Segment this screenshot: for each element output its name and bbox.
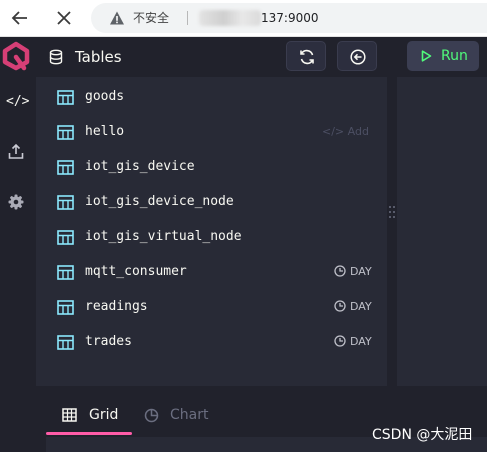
partition-label: DAY bbox=[350, 300, 372, 313]
table-name[interactable]: mqtt_consumer bbox=[85, 262, 187, 282]
table-name[interactable]: goods bbox=[85, 87, 124, 107]
close-icon[interactable] bbox=[53, 7, 75, 29]
table-name[interactable]: iot_gis_virtual_node bbox=[85, 227, 242, 247]
table-icon bbox=[57, 125, 74, 140]
query-editor[interactable] bbox=[397, 77, 487, 386]
table-row[interactable]: trades DAY bbox=[36, 324, 387, 359]
refresh-icon bbox=[300, 49, 314, 65]
add-to-editor-button[interactable]: </> Add bbox=[322, 124, 369, 140]
table-icon bbox=[57, 265, 74, 280]
tab-chart-label: Chart bbox=[170, 407, 209, 423]
table-icon bbox=[57, 160, 74, 175]
play-icon bbox=[421, 50, 432, 62]
upload-icon[interactable] bbox=[6, 142, 26, 162]
database-icon bbox=[49, 49, 63, 65]
clock-icon bbox=[334, 300, 346, 312]
gear-icon[interactable] bbox=[6, 192, 26, 212]
address-bar[interactable]: 不安全 137:9000 bbox=[91, 3, 487, 33]
security-label[interactable]: 不安全 bbox=[133, 9, 169, 27]
app-logo[interactable] bbox=[2, 41, 30, 71]
partition-badge: DAY bbox=[334, 298, 372, 316]
clock-icon bbox=[334, 335, 346, 347]
watermark: CSDN @大泥田 bbox=[372, 427, 473, 443]
run-button[interactable]: Run bbox=[407, 41, 479, 71]
table-icon bbox=[57, 335, 74, 350]
code-icon[interactable]: </> bbox=[6, 92, 29, 112]
table-row[interactable]: readings DAY bbox=[36, 289, 387, 324]
arrow-left-circle-icon bbox=[350, 49, 366, 65]
grid-icon bbox=[62, 408, 77, 422]
active-tab-indicator bbox=[46, 432, 132, 435]
table-icon bbox=[57, 195, 74, 210]
partition-label: DAY bbox=[350, 265, 372, 278]
partition-label: DAY bbox=[350, 335, 372, 348]
tables-list: goods hello </> Add iot_gis_device iot_g… bbox=[36, 77, 387, 386]
table-row[interactable]: iot_gis_virtual_node bbox=[36, 219, 387, 254]
partition-badge: DAY bbox=[334, 333, 372, 351]
back-arrow-icon[interactable] bbox=[9, 7, 31, 29]
browser-toolbar: 不安全 137:9000 bbox=[0, 0, 487, 37]
table-name[interactable]: readings bbox=[85, 297, 148, 317]
table-name[interactable]: iot_gis_device_node bbox=[85, 192, 234, 212]
table-name[interactable]: trades bbox=[85, 332, 132, 352]
table-row[interactable]: iot_gis_device_node bbox=[36, 184, 387, 219]
clock-icon bbox=[334, 265, 346, 277]
warning-icon bbox=[110, 11, 124, 25]
refresh-button[interactable] bbox=[286, 41, 326, 71]
table-row[interactable]: hello </> Add bbox=[36, 114, 387, 149]
table-icon bbox=[57, 300, 74, 315]
table-row[interactable]: goods bbox=[36, 79, 387, 114]
collapse-panel-button[interactable] bbox=[337, 41, 377, 71]
redacted-host bbox=[199, 10, 261, 26]
table-name[interactable]: hello bbox=[85, 122, 124, 142]
code-icon: </> bbox=[322, 125, 345, 138]
url-text[interactable]: 137:9000 bbox=[261, 9, 319, 27]
add-label: Add bbox=[347, 125, 369, 138]
pie-chart-icon bbox=[144, 408, 159, 423]
partition-badge: DAY bbox=[334, 263, 372, 281]
panel-title: Tables bbox=[75, 48, 122, 66]
tab-grid-label: Grid bbox=[89, 407, 119, 423]
table-row[interactable]: iot_gis_device bbox=[36, 149, 387, 184]
resize-handle-icon[interactable] bbox=[388, 205, 396, 219]
address-separator bbox=[187, 11, 188, 25]
table-row[interactable]: mqtt_consumer DAY bbox=[36, 254, 387, 289]
table-icon bbox=[57, 230, 74, 245]
run-label: Run bbox=[441, 48, 468, 64]
table-icon bbox=[57, 90, 74, 105]
table-name[interactable]: iot_gis_device bbox=[85, 157, 195, 177]
tables-panel-header: Tables bbox=[36, 37, 396, 77]
editor-toolbar: Run bbox=[397, 37, 487, 77]
